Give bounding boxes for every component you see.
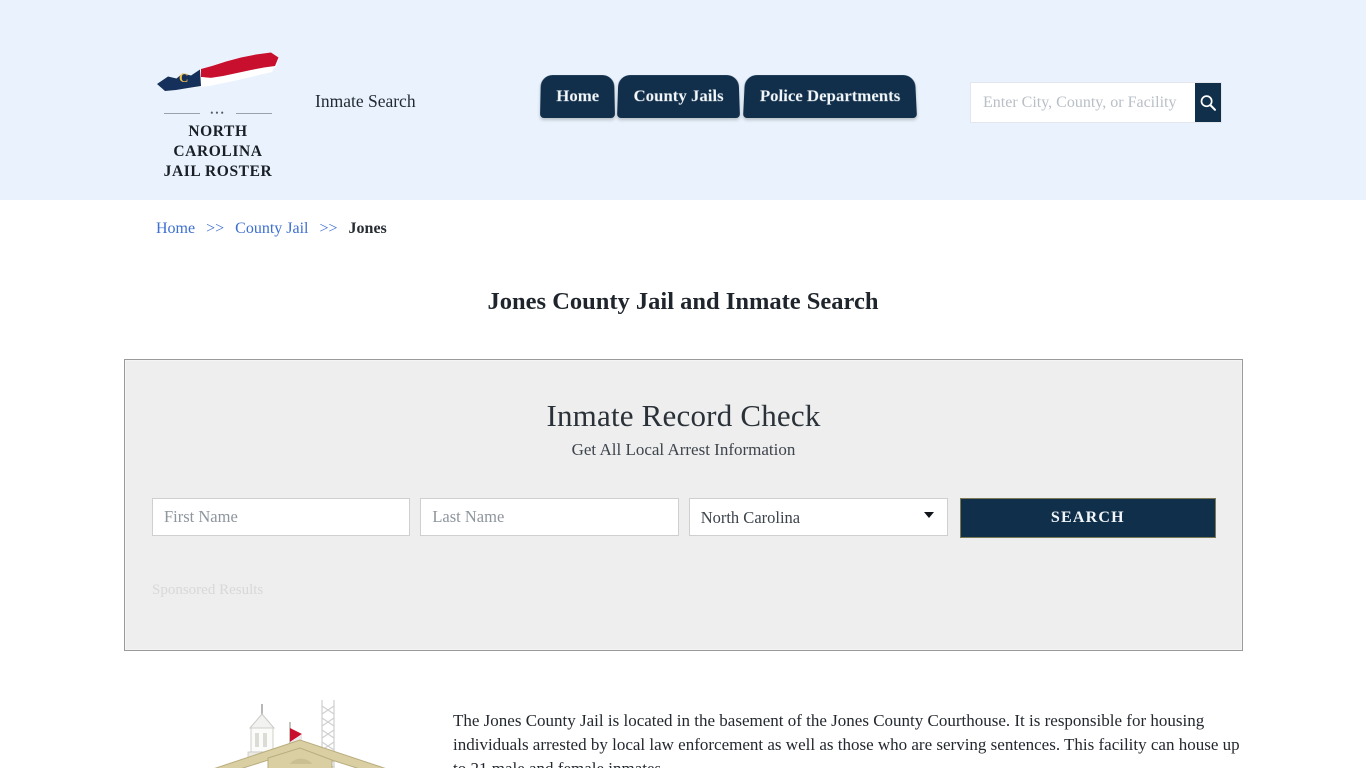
breadcrumb-current: Jones xyxy=(348,220,387,237)
breadcrumb-separator-1: >> xyxy=(206,220,225,237)
inmate-record-check-card: Inmate Record Check Get All Local Arrest… xyxy=(124,359,1243,651)
sponsored-results-label: Sponsored Results xyxy=(152,582,264,598)
nav-tab-home[interactable]: Home xyxy=(540,75,616,118)
last-name-input[interactable] xyxy=(420,498,679,536)
breadcrumb-separator-2: >> xyxy=(319,220,338,237)
main-navigation: Home County Jails Police Departments xyxy=(540,74,917,118)
nav-tab-police-departments[interactable]: Police Departments xyxy=(742,75,917,118)
breadcrumb: Home >> County Jail >> Jones xyxy=(156,220,387,238)
site-tagline: Inmate Search xyxy=(315,91,416,111)
site-logo[interactable]: C ••• NORTH CAROLINA JAIL ROSTER xyxy=(148,40,288,181)
facility-description-text: The Jones County Jail is located in the … xyxy=(453,711,1240,768)
header-search-input[interactable] xyxy=(971,83,1195,122)
search-icon xyxy=(1200,94,1217,111)
facility-description-section: The Jones County Jail is located in the … xyxy=(124,684,1244,768)
site-header: C ••• NORTH CAROLINA JAIL ROSTER Inmate … xyxy=(0,0,1366,200)
svg-text:C: C xyxy=(179,70,188,85)
logo-divider: ••• xyxy=(164,108,272,118)
state-select-wrapper: North Carolina xyxy=(688,498,948,536)
record-check-subtitle: Get All Local Arrest Information xyxy=(571,440,796,459)
page-title: Jones County Jail and Inmate Search xyxy=(487,288,879,316)
brand-line-1: NORTH CAROLINA xyxy=(173,123,263,160)
search-button[interactable]: SEARCH xyxy=(959,498,1216,538)
breadcrumb-link-home[interactable]: Home xyxy=(156,220,195,237)
header-search-button[interactable] xyxy=(1195,83,1221,122)
first-name-input[interactable] xyxy=(152,498,411,536)
brand-line-2: JAIL ROSTER xyxy=(163,162,273,180)
header-search-box xyxy=(970,82,1222,123)
jones-county-courthouse-photo xyxy=(150,684,450,768)
nav-tab-county-jails[interactable]: County Jails xyxy=(617,75,741,118)
north-carolina-state-map-icon: C xyxy=(157,52,279,91)
record-check-form: North Carolina SEARCH xyxy=(152,498,1216,538)
state-select[interactable]: North Carolina xyxy=(688,498,948,536)
breadcrumb-link-county-jail[interactable]: County Jail xyxy=(235,220,308,237)
record-check-title: Inmate Record Check xyxy=(546,398,821,433)
